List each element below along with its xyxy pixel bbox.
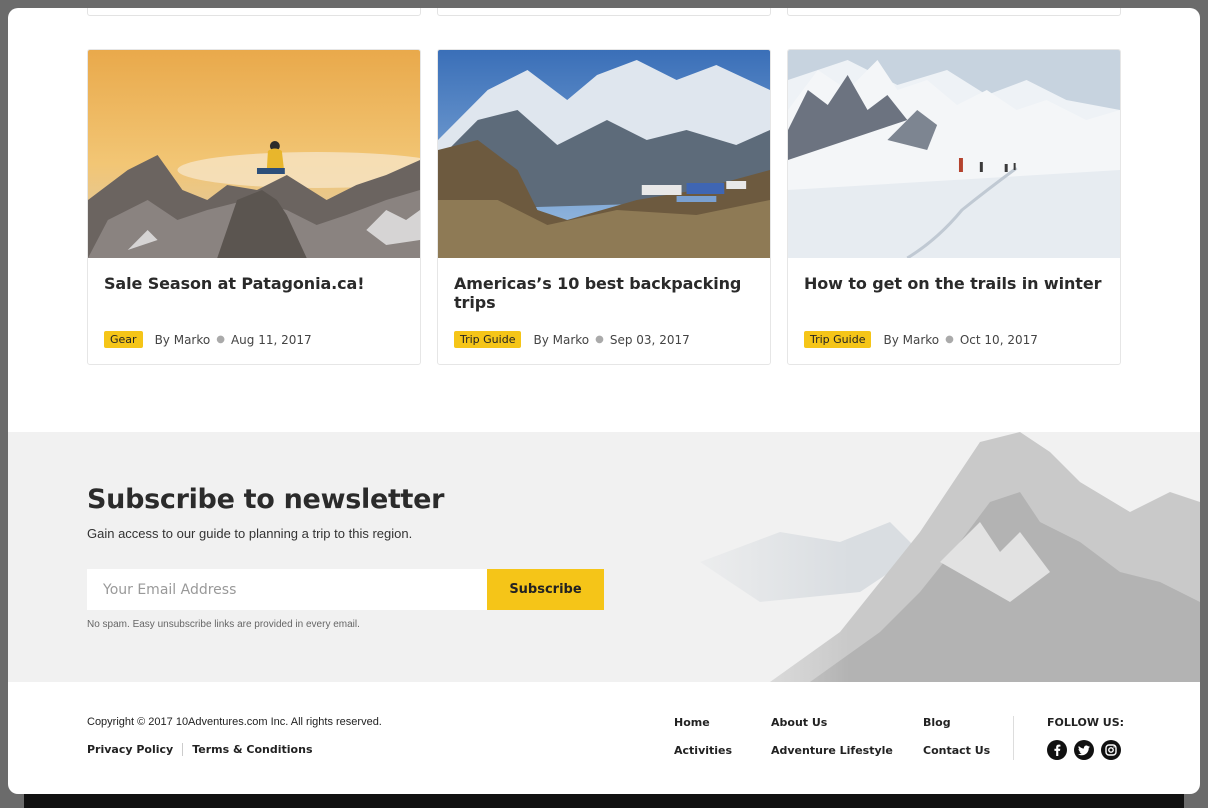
article-image xyxy=(88,50,420,258)
footer-link-adventure-lifestyle[interactable]: Adventure Lifestyle xyxy=(771,744,893,757)
separator-dot: ● xyxy=(595,334,604,345)
article-title[interactable]: Americas’s 10 best backpacking trips xyxy=(454,274,770,312)
category-tag[interactable]: Trip Guide xyxy=(804,331,872,348)
article-card[interactable]: Sale Season at Patagonia.ca! Gear By Mar… xyxy=(87,49,421,365)
article-author: By Marko xyxy=(883,332,940,347)
article-image xyxy=(438,50,770,258)
email-input[interactable] xyxy=(87,569,487,610)
twitter-icon[interactable] xyxy=(1074,740,1094,760)
newsletter-note: No spam. Easy unsubscribe links are prov… xyxy=(87,619,360,630)
article-title[interactable]: How to get on the trails in winter xyxy=(804,274,1101,293)
article-card[interactable]: How to get on the trails in winter Trip … xyxy=(787,49,1121,365)
previous-card[interactable] xyxy=(437,8,771,16)
footer-link-blog[interactable]: Blog xyxy=(923,716,951,729)
footer-link-home[interactable]: Home xyxy=(674,716,710,729)
legal-links: Privacy Policy Terms & Conditions xyxy=(87,743,313,756)
footer-divider xyxy=(1013,716,1014,760)
follow-us-label: FOLLOW US: xyxy=(1047,716,1125,729)
article-date: Oct 10, 2017 xyxy=(959,332,1038,347)
category-tag[interactable]: Gear xyxy=(104,331,143,348)
article-meta: Trip Guide By Marko ● Sep 03, 2017 xyxy=(454,331,690,348)
footer-link-activities[interactable]: Activities xyxy=(674,744,732,757)
instagram-icon[interactable] xyxy=(1101,740,1121,760)
article-title[interactable]: Sale Season at Patagonia.ca! xyxy=(104,274,365,293)
mountain-background-image xyxy=(660,432,1200,682)
previous-card[interactable] xyxy=(787,8,1121,16)
divider xyxy=(182,743,184,756)
footer-link-about[interactable]: About Us xyxy=(771,716,827,729)
separator-dot: ● xyxy=(945,334,954,345)
newsletter-section: Subscribe to newsletter Gain access to o… xyxy=(8,432,1200,682)
copyright-text: Copyright © 2017 10Adventures.com Inc. A… xyxy=(87,716,382,728)
article-meta: Trip Guide By Marko ● Oct 10, 2017 xyxy=(804,331,1038,348)
article-author: By Marko xyxy=(533,332,590,347)
terms-link[interactable]: Terms & Conditions xyxy=(192,743,312,756)
article-image xyxy=(788,50,1120,258)
newsletter-title: Subscribe to newsletter xyxy=(87,484,445,515)
article-card[interactable]: Americas’s 10 best backpacking trips Tri… xyxy=(437,49,771,365)
footer-link-contact[interactable]: Contact Us xyxy=(923,744,990,757)
article-date: Aug 11, 2017 xyxy=(230,332,312,347)
subscribe-button[interactable]: Subscribe xyxy=(487,569,604,610)
footer: Copyright © 2017 10Adventures.com Inc. A… xyxy=(8,682,1200,794)
article-date: Sep 03, 2017 xyxy=(609,332,690,347)
page-container: Sale Season at Patagonia.ca! Gear By Mar… xyxy=(8,8,1200,794)
facebook-icon[interactable] xyxy=(1047,740,1067,760)
article-author: By Marko xyxy=(154,332,211,347)
separator-dot: ● xyxy=(216,334,225,345)
newsletter-subtitle: Gain access to our guide to planning a t… xyxy=(87,526,413,541)
previous-card[interactable] xyxy=(87,8,421,16)
article-meta: Gear By Marko ● Aug 11, 2017 xyxy=(104,331,312,348)
category-tag[interactable]: Trip Guide xyxy=(454,331,522,348)
privacy-policy-link[interactable]: Privacy Policy xyxy=(87,743,173,756)
